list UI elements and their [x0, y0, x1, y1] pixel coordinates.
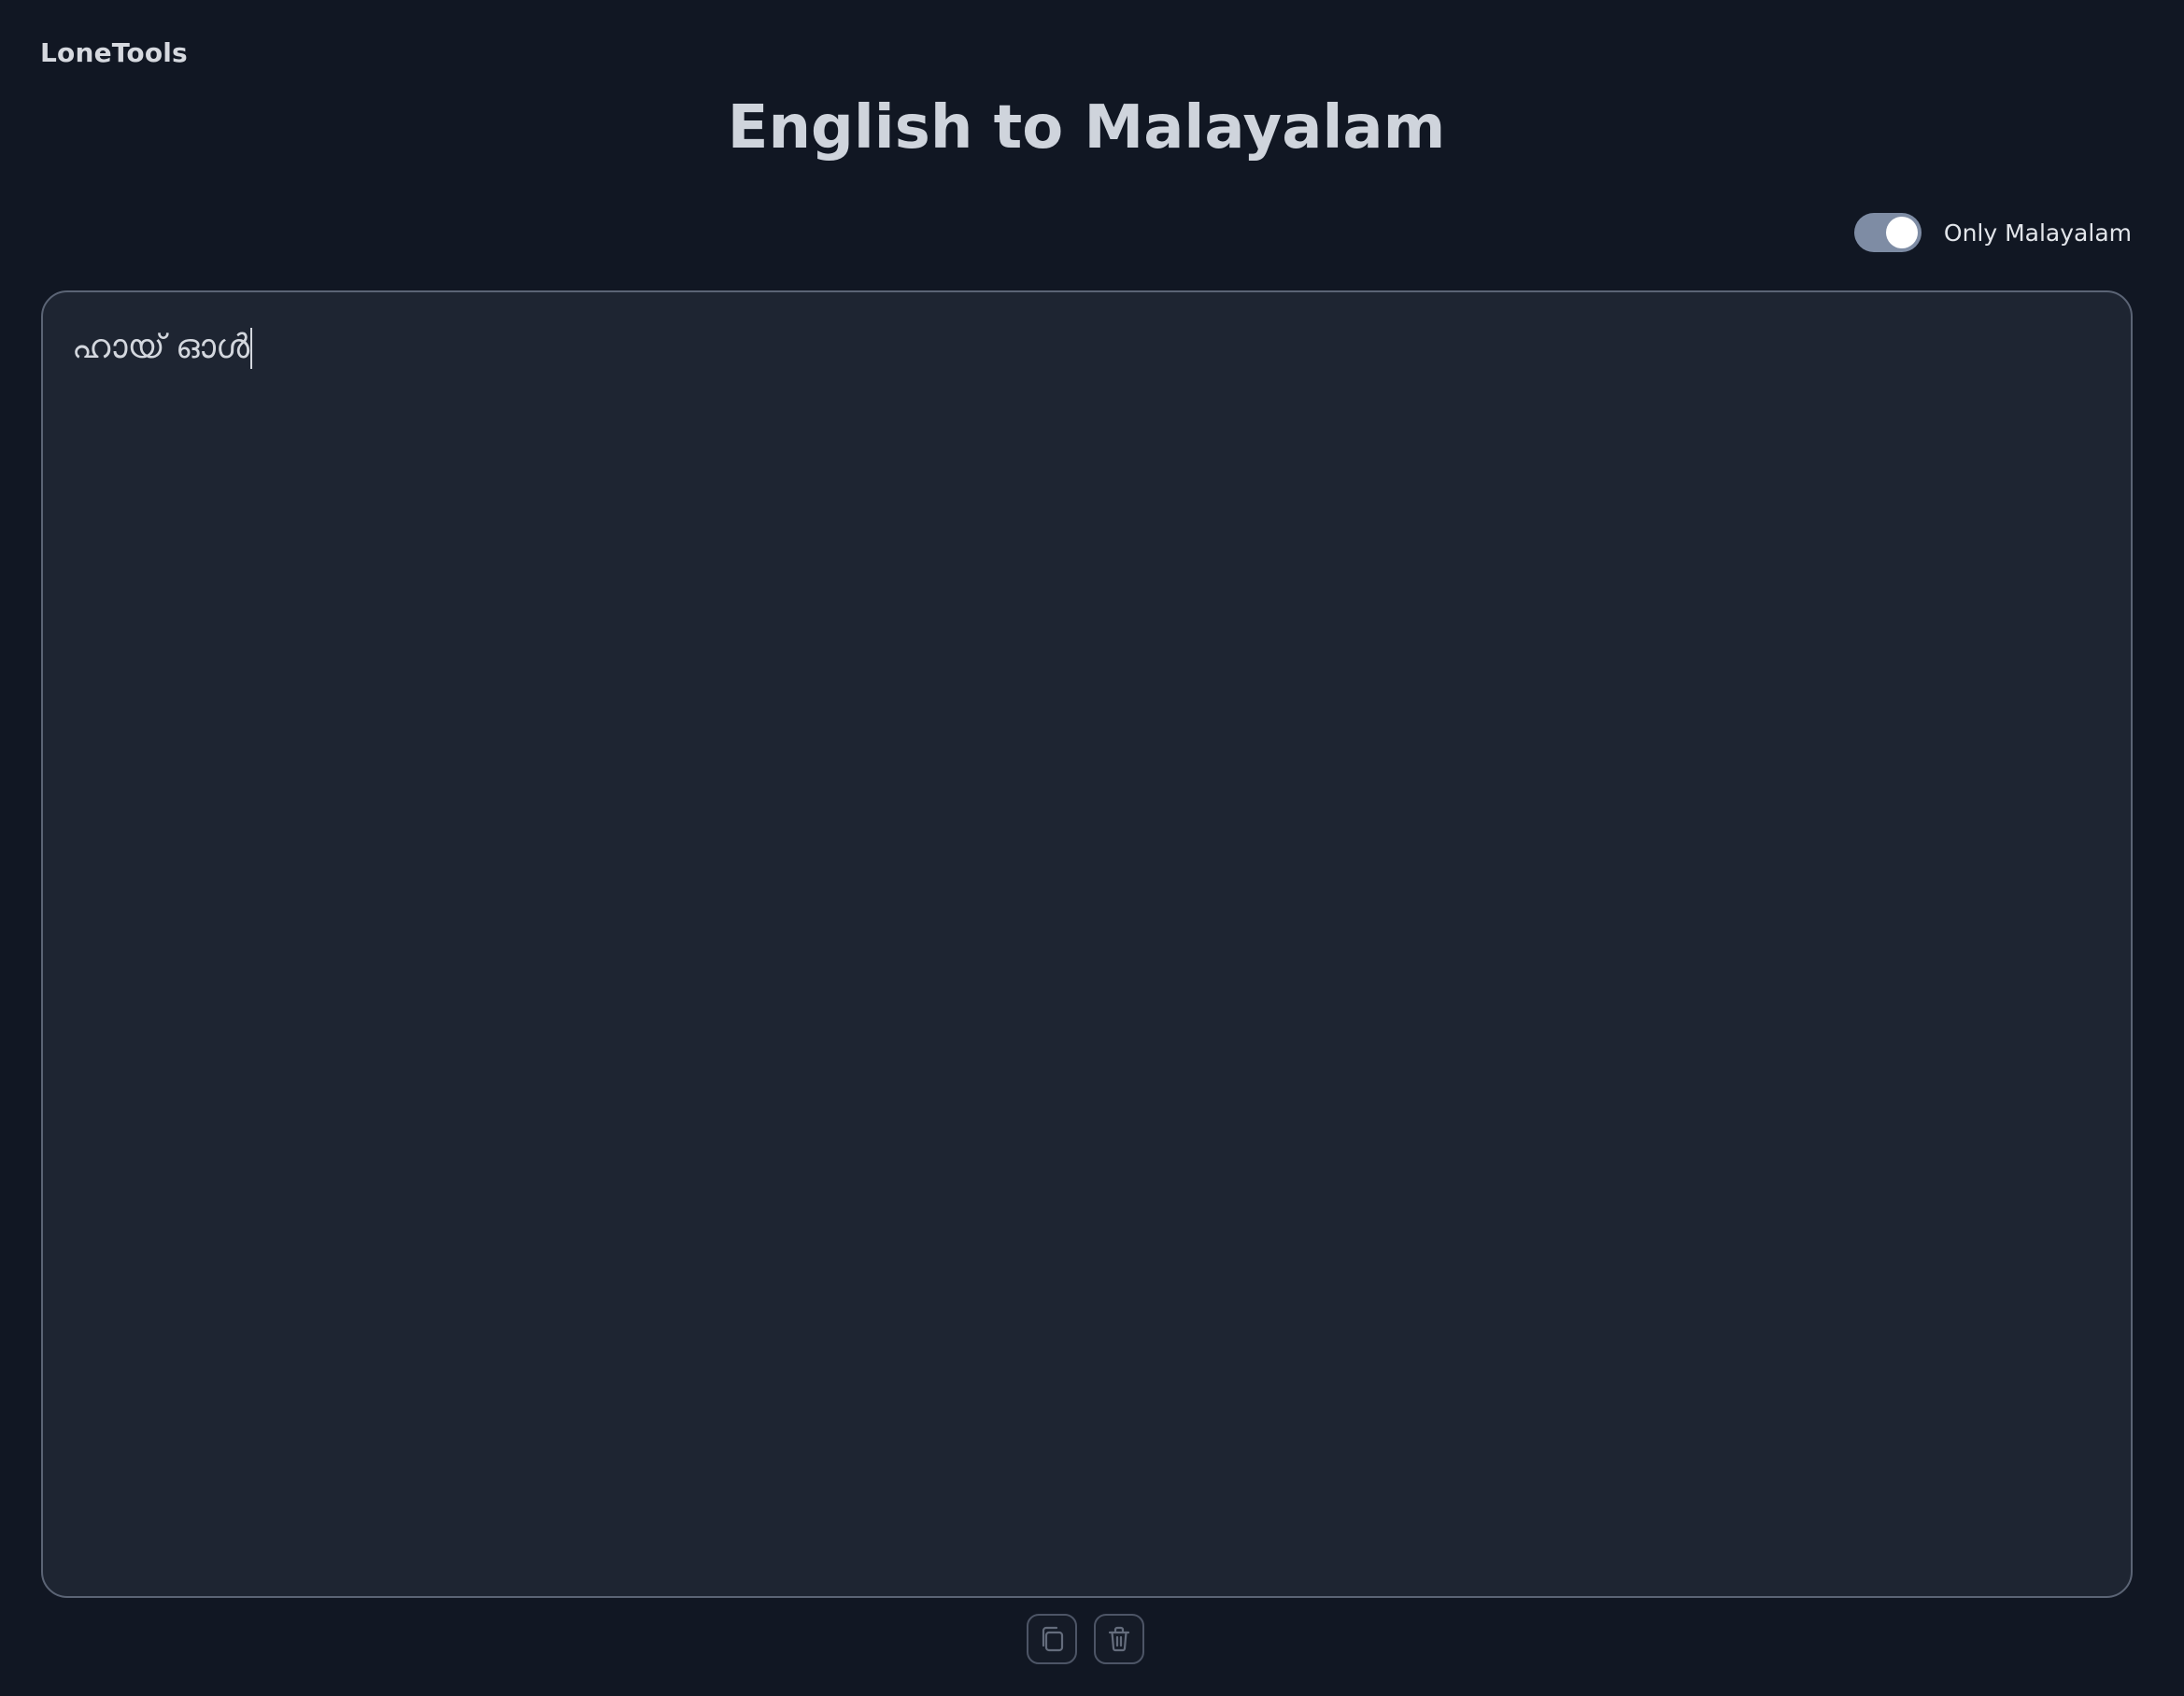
only-malayalam-option: Only Malayalam: [1853, 213, 2132, 252]
toggle-knob: [1885, 217, 1918, 248]
page-title: English to Malayalam: [727, 93, 1446, 163]
copy-button[interactable]: [1027, 1614, 1077, 1664]
editor-actions: [1027, 1614, 1144, 1664]
copy-icon: [1042, 1626, 1064, 1652]
text-editor[interactable]: ഹായ് ഓൾ: [41, 290, 2133, 1598]
text-caret: [250, 328, 253, 369]
trash-icon: [1108, 1626, 1130, 1652]
only-malayalam-label: Only Malayalam: [1943, 219, 2132, 247]
editor-text-value: ഹായ് ഓൾ: [72, 328, 250, 366]
delete-button[interactable]: [1094, 1614, 1144, 1664]
only-malayalam-toggle[interactable]: [1853, 213, 1922, 252]
editor-content[interactable]: ഹായ് ഓൾ: [72, 326, 253, 370]
brand-logo-text[interactable]: LoneTools: [40, 37, 188, 68]
app: LoneTools English to Malayalam Only Mala…: [0, 0, 2184, 1696]
